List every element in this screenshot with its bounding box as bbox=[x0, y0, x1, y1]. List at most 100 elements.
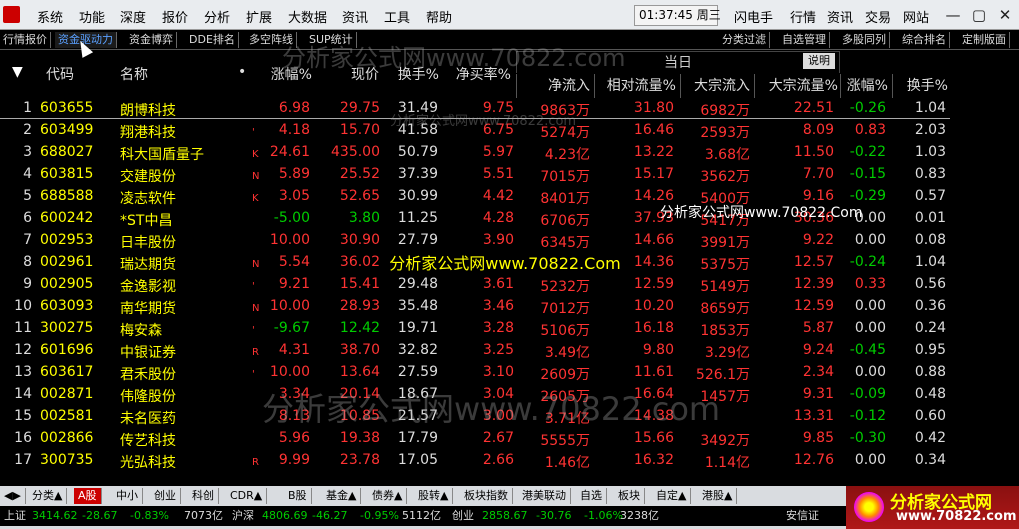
menu-help[interactable]: 帮助 bbox=[426, 7, 452, 26]
close-icon[interactable]: ✕ bbox=[992, 5, 1018, 25]
bottom-tab[interactable]: CDR▲ bbox=[226, 488, 268, 504]
tab-composite-rank[interactable]: 综合排名 bbox=[899, 32, 950, 48]
cell-price: 23.78 bbox=[339, 452, 380, 468]
col-change-pct-2[interactable]: 涨幅% bbox=[842, 75, 888, 95]
app-logo-icon[interactable] bbox=[3, 6, 20, 23]
bottom-tab[interactable]: 板块 bbox=[614, 488, 645, 504]
cell-big: 526.1万 bbox=[695, 367, 750, 383]
bottom-tab[interactable]: 自定▲ bbox=[652, 488, 692, 504]
bottom-tab[interactable]: 股转▲ bbox=[414, 488, 454, 504]
table-row[interactable]: 12 601696 中银证券 R 4.31 38.70 32.82 3.25 3.49亿 9.80… bbox=[0, 339, 1019, 361]
table-row[interactable]: 15 002581 未名医药 8.13 10.85 21.57 3.00 3.71亿 14.38… bbox=[0, 405, 1019, 427]
table-row[interactable]: 10 603093 南华期货 N 10.00 28.93 35.48 3.46 7012万 10.… bbox=[0, 295, 1019, 317]
table-row[interactable]: 9 002905 金逸影视 ' 9.21 15.41 29.48 3.61 5232万 12.59… bbox=[0, 273, 1019, 295]
sz-pct: -0.95% bbox=[360, 509, 399, 522]
bottom-tab[interactable]: 基金▲ bbox=[322, 488, 362, 504]
menu-bigdata[interactable]: 大数据 bbox=[288, 7, 327, 26]
menu-analysis[interactable]: 分析 bbox=[204, 7, 230, 26]
table-row[interactable]: 6 600242 *ST中昌 -5.00 3.80 11.25 4.28 6706万 37.93… bbox=[0, 207, 1019, 229]
col-turnover-2[interactable]: 换手% bbox=[896, 75, 948, 95]
table-row[interactable]: 2 603499 翔港科技 ' 4.18 15.70 41.58 6.75 5274万 16.46… bbox=[0, 119, 1019, 141]
col-turnover[interactable]: 换手% bbox=[387, 64, 439, 84]
bottom-tab[interactable]: 港美联动 bbox=[518, 488, 571, 504]
bottom-tab[interactable]: A股 bbox=[74, 488, 102, 504]
table-row[interactable]: 17 300735 光弘科技 R 9.99 23.78 17.05 2.66 1.46亿 16.3… bbox=[0, 449, 1019, 471]
cell-turn2: 0.24 bbox=[914, 320, 946, 336]
col-change-pct[interactable]: 涨幅% bbox=[262, 64, 312, 84]
table-row[interactable]: 11 300275 梅安森 ' -9.67 12.42 19.71 3.28 5106万 16.1… bbox=[0, 317, 1019, 339]
cell-code: 688588 bbox=[40, 188, 94, 204]
menu-website[interactable]: 网站 bbox=[903, 7, 929, 26]
bottom-tab[interactable]: 中小 bbox=[112, 488, 143, 504]
cell-i: 15 bbox=[14, 408, 32, 424]
cell-name: 凌志软件 bbox=[120, 191, 176, 207]
cell-net: 3.46 bbox=[482, 298, 514, 314]
menu-bar: 系统 功能 深度 报价 分析 扩展 大数据 资讯 工具 帮助 01:37:45 … bbox=[0, 0, 1019, 30]
cell-bigr: 9.24 bbox=[802, 342, 834, 358]
table-row[interactable]: 1 603655 朗博科技 6.98 29.75 31.49 9.75 9863万 31.80 6… bbox=[0, 97, 1019, 119]
tab-sup-stats[interactable]: SUP统计 bbox=[306, 32, 357, 48]
cell-big: 1457万 bbox=[700, 389, 750, 405]
col-relative-flow[interactable]: 相对流量% bbox=[596, 75, 676, 95]
menu-news[interactable]: 资讯 bbox=[342, 7, 368, 26]
bottom-tab[interactable]: 分类▲ bbox=[28, 488, 68, 504]
col-net-buy-rate[interactable]: 净买率% bbox=[447, 64, 511, 84]
menu-trade[interactable]: 交易 bbox=[865, 7, 891, 26]
table-row[interactable]: 7 002953 日丰股份 10.00 30.90 27.79 3.90 6345万 14.66… bbox=[0, 229, 1019, 251]
menu-function[interactable]: 功能 bbox=[79, 7, 105, 26]
cell-name: 君禾股份 bbox=[120, 367, 176, 383]
bottom-tab[interactable]: B股 bbox=[284, 488, 312, 504]
tab-quote[interactable]: 行情报价 bbox=[0, 32, 51, 48]
col-price[interactable]: 现价 bbox=[335, 64, 379, 84]
bottom-tab[interactable]: 创业 bbox=[150, 488, 181, 504]
cell-price: 38.70 bbox=[339, 342, 380, 358]
cell-chg: 10.00 bbox=[269, 298, 310, 314]
sort-arrow-icon[interactable]: ▼ bbox=[12, 64, 23, 80]
table-row[interactable]: 13 603617 君禾股份 ' 10.00 13.64 27.59 3.10 2609万 11.… bbox=[0, 361, 1019, 383]
cell-net: 3.61 bbox=[482, 276, 514, 292]
menu-market[interactable]: 行情 bbox=[790, 7, 816, 26]
tab-custom-layout[interactable]: 定制版面 bbox=[959, 32, 1010, 48]
restore-icon[interactable]: ▢ bbox=[966, 5, 992, 25]
cell-price: 52.65 bbox=[339, 188, 380, 204]
table-row[interactable]: 5 688588 凌志软件 K 3.05 52.65 30.99 4.42 8401万 14.26… bbox=[0, 185, 1019, 207]
table-row[interactable]: 4 603815 交建股份 N 5.89 25.52 37.39 5.51 7015万 15.17… bbox=[0, 163, 1019, 185]
minimize-icon[interactable]: — bbox=[940, 5, 966, 25]
table-row[interactable]: 3 688027 科大国盾量子 K 24.61 435.00 50.79 5.97 4.23亿 1… bbox=[0, 141, 1019, 163]
bottom-tab[interactable]: 科创 bbox=[188, 488, 219, 504]
bottom-tab[interactable]: 港股▲ bbox=[698, 488, 738, 504]
cell-big: 3.29亿 bbox=[704, 345, 750, 361]
tab-scroll-icon[interactable]: ◀▶ bbox=[0, 488, 26, 504]
menu-flash[interactable]: 闪电手 bbox=[734, 7, 773, 26]
bottom-tab[interactable]: 自选 bbox=[576, 488, 607, 504]
col-name[interactable]: 名称 bbox=[120, 64, 148, 84]
tab-long-short[interactable]: 多空阵线 bbox=[246, 32, 297, 48]
menu-extend[interactable]: 扩展 bbox=[246, 7, 272, 26]
cell-name: 瑞达期货 bbox=[120, 257, 176, 273]
menu-quote[interactable]: 报价 bbox=[162, 7, 188, 26]
cell-inflow: 5106万 bbox=[540, 323, 590, 339]
cell-code: 603093 bbox=[40, 298, 94, 314]
bottom-tab[interactable]: 板块指数 bbox=[460, 488, 513, 504]
tab-dde-rank[interactable]: DDE排名 bbox=[186, 32, 239, 48]
menu-depth[interactable]: 深度 bbox=[120, 7, 146, 26]
col-block-flow[interactable]: 大宗流量% bbox=[756, 75, 838, 95]
cell-i: 16 bbox=[14, 430, 32, 446]
col-block-inflow[interactable]: 大宗流入 bbox=[682, 75, 750, 95]
tab-watchlist-manage[interactable]: 自选管理 bbox=[779, 32, 830, 48]
cell-i: 12 bbox=[14, 342, 32, 358]
col-net-inflow[interactable]: 净流入 bbox=[524, 75, 590, 95]
table-row[interactable]: 14 002871 伟隆股份 3.34 20.14 18.67 3.04 2605万 16.64… bbox=[0, 383, 1019, 405]
cell-code: 688027 bbox=[40, 144, 94, 160]
cell-i: 5 bbox=[23, 188, 32, 204]
menu-tools[interactable]: 工具 bbox=[384, 7, 410, 26]
menu-info[interactable]: 资讯 bbox=[827, 7, 853, 26]
tab-fund-game[interactable]: 资金博弈 bbox=[126, 32, 177, 48]
bottom-tab[interactable]: 债券▲ bbox=[368, 488, 408, 504]
menu-system[interactable]: 系统 bbox=[37, 7, 63, 26]
cell-chg2: -0.15 bbox=[849, 166, 886, 182]
tab-multi-stock[interactable]: 多股同列 bbox=[839, 32, 890, 48]
table-row[interactable]: 16 002866 传艺科技 5.96 19.38 17.79 2.67 5555万 15.66… bbox=[0, 427, 1019, 449]
tab-category-filter[interactable]: 分类过滤 bbox=[719, 32, 770, 48]
col-code[interactable]: 代码 bbox=[46, 64, 74, 84]
